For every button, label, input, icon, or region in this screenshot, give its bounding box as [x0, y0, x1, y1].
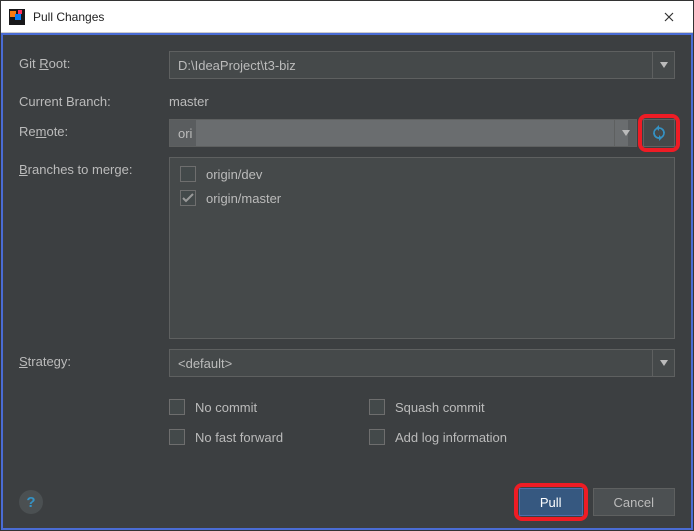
close-button[interactable]: [649, 1, 689, 33]
options-group: No commit Squash commit No fast forward …: [19, 399, 675, 445]
opt-add-log[interactable]: Add log information: [369, 429, 539, 445]
opt-label: No commit: [195, 400, 257, 415]
row-strategy: Strategy: <default>: [19, 349, 675, 377]
titlebar: Pull Changes: [1, 1, 693, 33]
branch-label: origin/dev: [206, 167, 262, 182]
refresh-button[interactable]: [643, 119, 675, 147]
obscured-region: [196, 120, 628, 146]
label-remote: Remote:: [19, 119, 169, 139]
checkbox[interactable]: [169, 399, 185, 415]
row-git-root: Git Root: D:\IdeaProject\t3-biz: [19, 51, 675, 79]
checkbox[interactable]: [369, 399, 385, 415]
opt-label: No fast forward: [195, 430, 283, 445]
label-git-root: Git Root:: [19, 51, 169, 71]
checkbox[interactable]: [180, 190, 196, 206]
checkbox[interactable]: [180, 166, 196, 182]
pull-button[interactable]: Pull: [519, 488, 583, 516]
opt-label: Squash commit: [395, 400, 485, 415]
row-current-branch: Current Branch: master: [19, 89, 675, 109]
row-remote: Remote: ori: [19, 119, 675, 147]
label-current-branch: Current Branch:: [19, 89, 169, 109]
opt-no-ff[interactable]: No fast forward: [169, 429, 339, 445]
opt-squash[interactable]: Squash commit: [369, 399, 539, 415]
opt-no-commit[interactable]: No commit: [169, 399, 339, 415]
chevron-down-icon: [652, 52, 674, 78]
help-button[interactable]: ?: [19, 490, 43, 514]
window-title: Pull Changes: [33, 10, 649, 24]
branches-listbox[interactable]: origin/dev origin/master: [169, 157, 675, 339]
git-root-value: D:\IdeaProject\t3-biz: [178, 58, 296, 73]
refresh-icon: [651, 125, 667, 141]
current-branch-value: master: [169, 89, 209, 109]
dialog-window: Pull Changes Git Root: D:\IdeaProject\t3…: [0, 0, 694, 531]
checkbox[interactable]: [369, 429, 385, 445]
chevron-down-icon: [652, 350, 674, 376]
chevron-down-icon: [614, 120, 636, 146]
label-strategy: Strategy:: [19, 349, 169, 369]
strategy-value: <default>: [178, 356, 232, 371]
button-label: Pull: [540, 495, 562, 510]
label-branches: Branches to merge:: [19, 157, 169, 177]
dialog-body: Git Root: D:\IdeaProject\t3-biz Current …: [1, 33, 693, 530]
app-icon: [9, 9, 25, 25]
help-icon: ?: [26, 494, 35, 511]
branch-label: origin/master: [206, 191, 281, 206]
checkbox[interactable]: [169, 429, 185, 445]
opt-label: Add log information: [395, 430, 507, 445]
row-branches: Branches to merge: origin/dev origin/mas…: [19, 157, 675, 339]
list-item[interactable]: origin/dev: [176, 164, 668, 184]
git-root-combo[interactable]: D:\IdeaProject\t3-biz: [169, 51, 675, 79]
list-item[interactable]: origin/master: [176, 188, 668, 208]
strategy-combo[interactable]: <default>: [169, 349, 675, 377]
remote-value: ori: [178, 126, 192, 141]
footer: ? Pull Cancel: [19, 476, 675, 516]
cancel-button[interactable]: Cancel: [593, 488, 675, 516]
remote-combo[interactable]: ori: [169, 119, 637, 147]
button-label: Cancel: [614, 495, 654, 510]
